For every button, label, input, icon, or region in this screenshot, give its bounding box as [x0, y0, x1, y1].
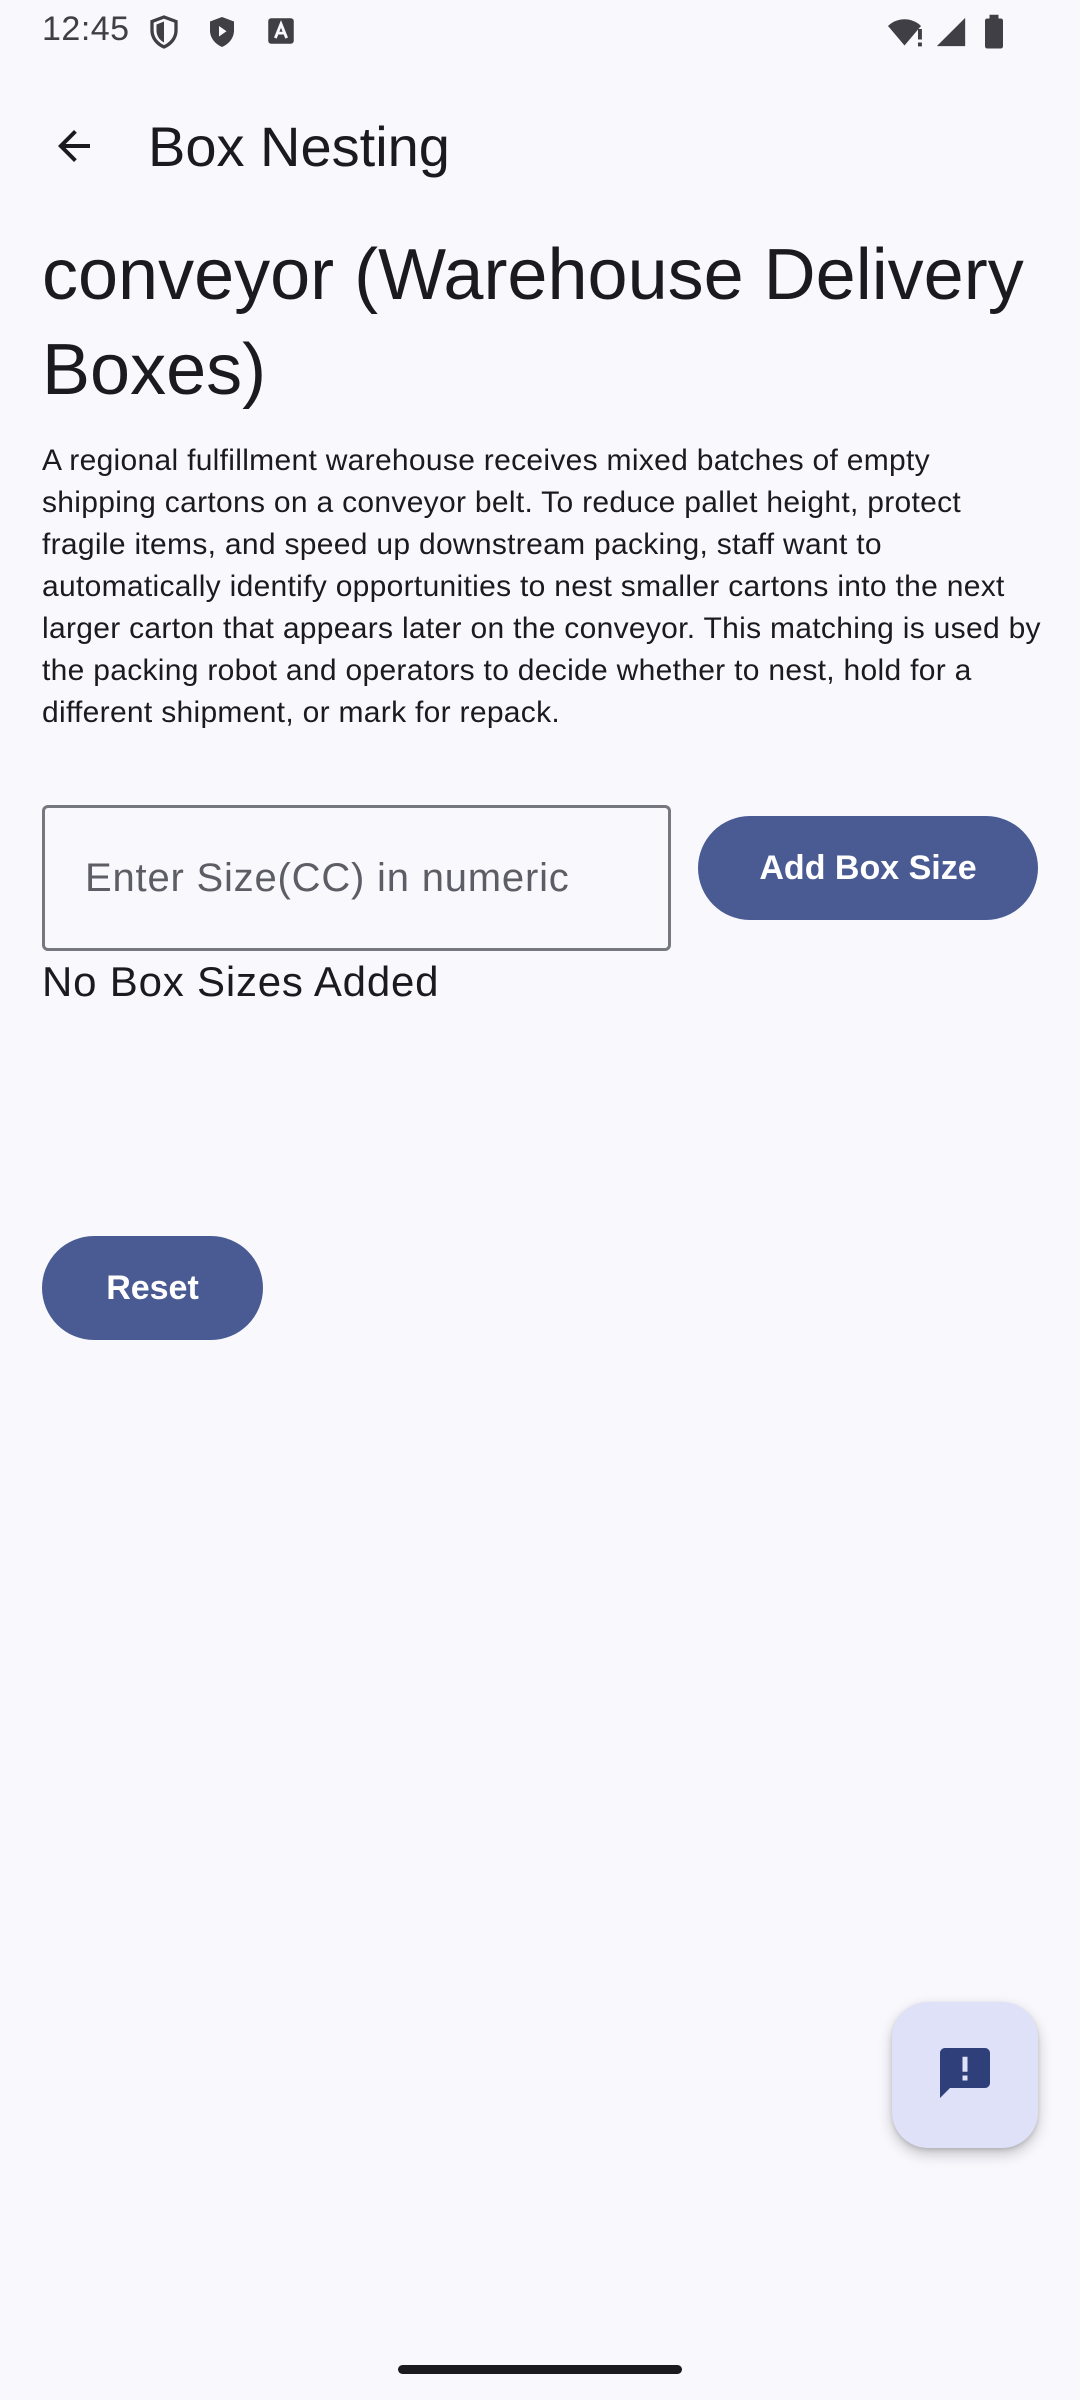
empty-state-message: No Box Sizes Added — [42, 958, 440, 1005]
top-app-bar: Box Nesting — [0, 90, 1080, 204]
add-box-size-button[interactable]: Add Box Size — [698, 816, 1038, 920]
back-button[interactable] — [38, 112, 110, 184]
signal-icon — [934, 14, 968, 55]
scenario-description: A regional fulfillment warehouse receive… — [42, 444, 1041, 729]
feedback-icon — [935, 2043, 995, 2108]
reset-button[interactable]: Reset — [42, 1236, 263, 1340]
shield-play-icon — [204, 14, 240, 55]
battery-icon — [982, 14, 1006, 55]
box-size-input[interactable] — [42, 805, 671, 951]
shield-outline-icon — [146, 14, 182, 55]
status-time: 12:45 — [42, 10, 130, 48]
home-indicator[interactable] — [398, 2365, 682, 2374]
page-title: conveyor (Warehouse Delivery Boxes) — [42, 235, 1024, 410]
font-a-icon — [264, 14, 298, 53]
app-bar-title: Box Nesting — [148, 115, 450, 178]
arrow-back-icon — [50, 122, 98, 175]
status-bar: 12:45 — [0, 0, 1080, 62]
wifi-alert-icon — [886, 14, 926, 55]
feedback-fab[interactable] — [892, 2002, 1038, 2148]
